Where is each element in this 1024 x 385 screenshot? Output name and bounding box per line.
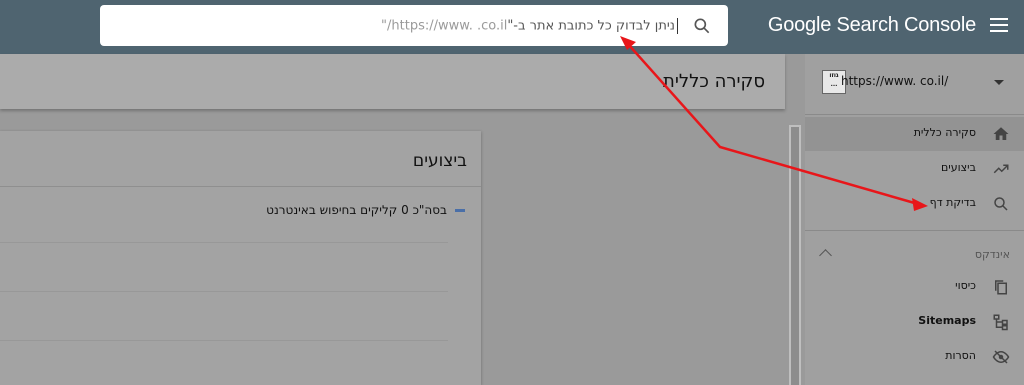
home-icon [993, 127, 1009, 140]
sidebar-item-sitemaps[interactable]: Sitemaps [805, 305, 1024, 339]
legend-swatch [455, 209, 465, 212]
trending-up-icon [993, 164, 1009, 174]
sidebar-item-label: Sitemaps [918, 314, 976, 327]
sidebar-item-overview[interactable]: סקירה כללית [805, 117, 1024, 151]
property-url: https://www. co.il/ [841, 74, 949, 88]
sitemap-icon [993, 314, 1008, 331]
property-selector[interactable]: גוזו... https://www. co.il/ [805, 54, 1024, 115]
sidebar-item-label: הסרות [945, 349, 976, 362]
search-input-url-hint: https://www. .co.il/" [381, 18, 508, 34]
url-inspection-search-bar[interactable]: ניתן לבדוק כל כתובת אתר ב-"https://www. … [100, 5, 728, 46]
page-title: סקירה כללית [663, 71, 765, 92]
search-input-text: ניתן לבדוק כל כתובת אתר ב-" [507, 18, 675, 34]
scrollbar-thumb[interactable] [791, 127, 799, 385]
sidebar-item-coverage[interactable]: כיסוי [805, 270, 1024, 304]
app-brand[interactable]: Google Search Console [768, 14, 976, 37]
chart-legend: בסה"כ 0 קליקים בחיפוש באינטרנט [266, 203, 465, 217]
sidebar-divider [805, 230, 1024, 231]
copy-icon [995, 280, 1007, 295]
chart-gridline [0, 340, 448, 341]
sidebar-item-label: בדיקת דף [929, 196, 976, 209]
page-header: סקירה כללית [0, 54, 785, 109]
text-cursor [677, 18, 678, 34]
top-app-bar: ניתן לבדוק כל כתובת אתר ב-"https://www. … [0, 0, 1024, 54]
dropdown-arrow-icon[interactable] [994, 80, 1004, 85]
search-icon [994, 197, 1008, 211]
sidebar-item-performance[interactable]: ביצועים [805, 152, 1024, 186]
sidebar-item-removals[interactable]: הסרות [805, 340, 1024, 374]
sidebar-item-label: ביצועים [941, 161, 976, 174]
search-icon[interactable] [692, 16, 712, 36]
eye-off-icon [992, 350, 1010, 364]
performance-card: ביצועים בסה"כ 0 קליקים בחיפוש באינטרנט [0, 131, 481, 385]
search-input[interactable]: ניתן לבדוק כל כתובת אתר ב-"https://www. … [381, 18, 678, 34]
sidebar-item-url-inspection[interactable]: בדיקת דף [805, 187, 1024, 221]
sidebar-item-label: סקירה כללית [913, 126, 976, 139]
chart-gridline [0, 291, 448, 292]
chevron-up-icon[interactable] [819, 249, 832, 262]
chart-gridline [0, 242, 448, 243]
card-title: ביצועים [412, 151, 467, 171]
card-divider [0, 186, 481, 187]
legend-label: בסה"כ 0 קליקים בחיפוש באינטרנט [266, 203, 447, 217]
sidebar-item-label: כיסוי [955, 279, 976, 292]
hamburger-menu-icon[interactable] [990, 18, 1008, 32]
section-label-index: אינדקס [974, 248, 1010, 261]
sidebar: גוזו... https://www. co.il/ סקירה כללית … [805, 54, 1024, 385]
